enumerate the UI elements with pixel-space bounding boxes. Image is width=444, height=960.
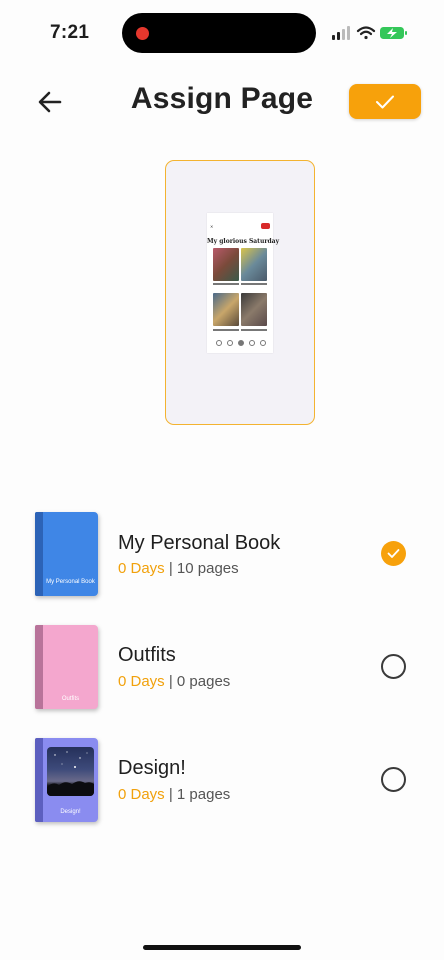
book-pages: 0 pages (176, 673, 231, 690)
preview-photo (241, 293, 267, 326)
preview-photo (213, 293, 239, 326)
book-cover-photo (47, 747, 94, 796)
book-row-design[interactable]: Design! Design! 0 Days | 1 pages (0, 733, 444, 837)
book-pages: 10 pages (176, 560, 239, 577)
book-spine (35, 512, 43, 596)
night-sky-image (47, 751, 94, 796)
battery-charging-icon (380, 27, 407, 39)
preview-caption (213, 329, 239, 331)
signal-icon (332, 26, 350, 40)
mini-nav-dot (260, 340, 266, 346)
book-days: 0 Days (118, 786, 165, 803)
book-name: Outfits (118, 644, 176, 666)
home-indicator[interactable] (143, 945, 301, 950)
book-days: 0 Days (118, 673, 165, 690)
meta-separator: | (164, 560, 177, 577)
book-meta: 0 Days | 0 pages (118, 673, 230, 690)
book-meta: 0 Days | 10 pages (118, 560, 239, 577)
book-pages: 1 pages (176, 786, 231, 803)
book-select-radio[interactable] (381, 767, 406, 792)
preview-caption (241, 283, 267, 285)
book-meta: 0 Days | 1 pages (118, 786, 230, 803)
preview-caption (241, 329, 267, 331)
book-name: My Personal Book (118, 532, 281, 554)
confirm-button[interactable] (349, 84, 421, 119)
mini-nav-dot (249, 340, 255, 346)
dynamic-island (122, 13, 316, 53)
book-name: Design! (118, 757, 186, 779)
book-spine (35, 738, 43, 822)
mini-nav-dot (227, 340, 233, 346)
wifi-icon (356, 26, 376, 40)
book-spine (35, 625, 43, 709)
checkmark-icon (387, 549, 400, 558)
book-cover-label: My Personal Book (46, 579, 95, 585)
page-preview-thumbnail: ✕ My glorious Saturday (207, 213, 280, 353)
meta-separator: | (164, 673, 177, 690)
mini-action-badge (261, 223, 270, 229)
book-select-radio[interactable] (381, 654, 406, 679)
book-cover: My Personal Book (35, 512, 98, 596)
book-row-outfits[interactable]: Outfits Outfits 0 Days | 0 pages (0, 620, 444, 724)
status-time: 7:21 (50, 22, 90, 43)
mini-nav-dot (216, 340, 222, 346)
checkmark-icon (376, 95, 394, 108)
book-cover: Outfits (35, 625, 98, 709)
recording-indicator-icon (136, 27, 149, 40)
status-icons (332, 26, 407, 40)
meta-separator: | (164, 786, 177, 803)
book-row-my-personal-book[interactable]: My Personal Book My Personal Book 0 Days… (0, 508, 444, 612)
preview-caption (213, 283, 239, 285)
preview-photo (241, 248, 267, 281)
preview-page-title: My glorious Saturday (207, 238, 280, 245)
book-cover: Design! (35, 738, 98, 822)
book-cover-label: Design! (60, 809, 81, 815)
book-select-radio-checked[interactable] (381, 541, 406, 566)
book-cover-label: Outfits (61, 696, 80, 702)
mini-close-icon: ✕ (210, 224, 214, 229)
book-days: 0 Days (118, 560, 165, 577)
preview-photo (213, 248, 239, 281)
mini-nav-dot (238, 340, 244, 346)
